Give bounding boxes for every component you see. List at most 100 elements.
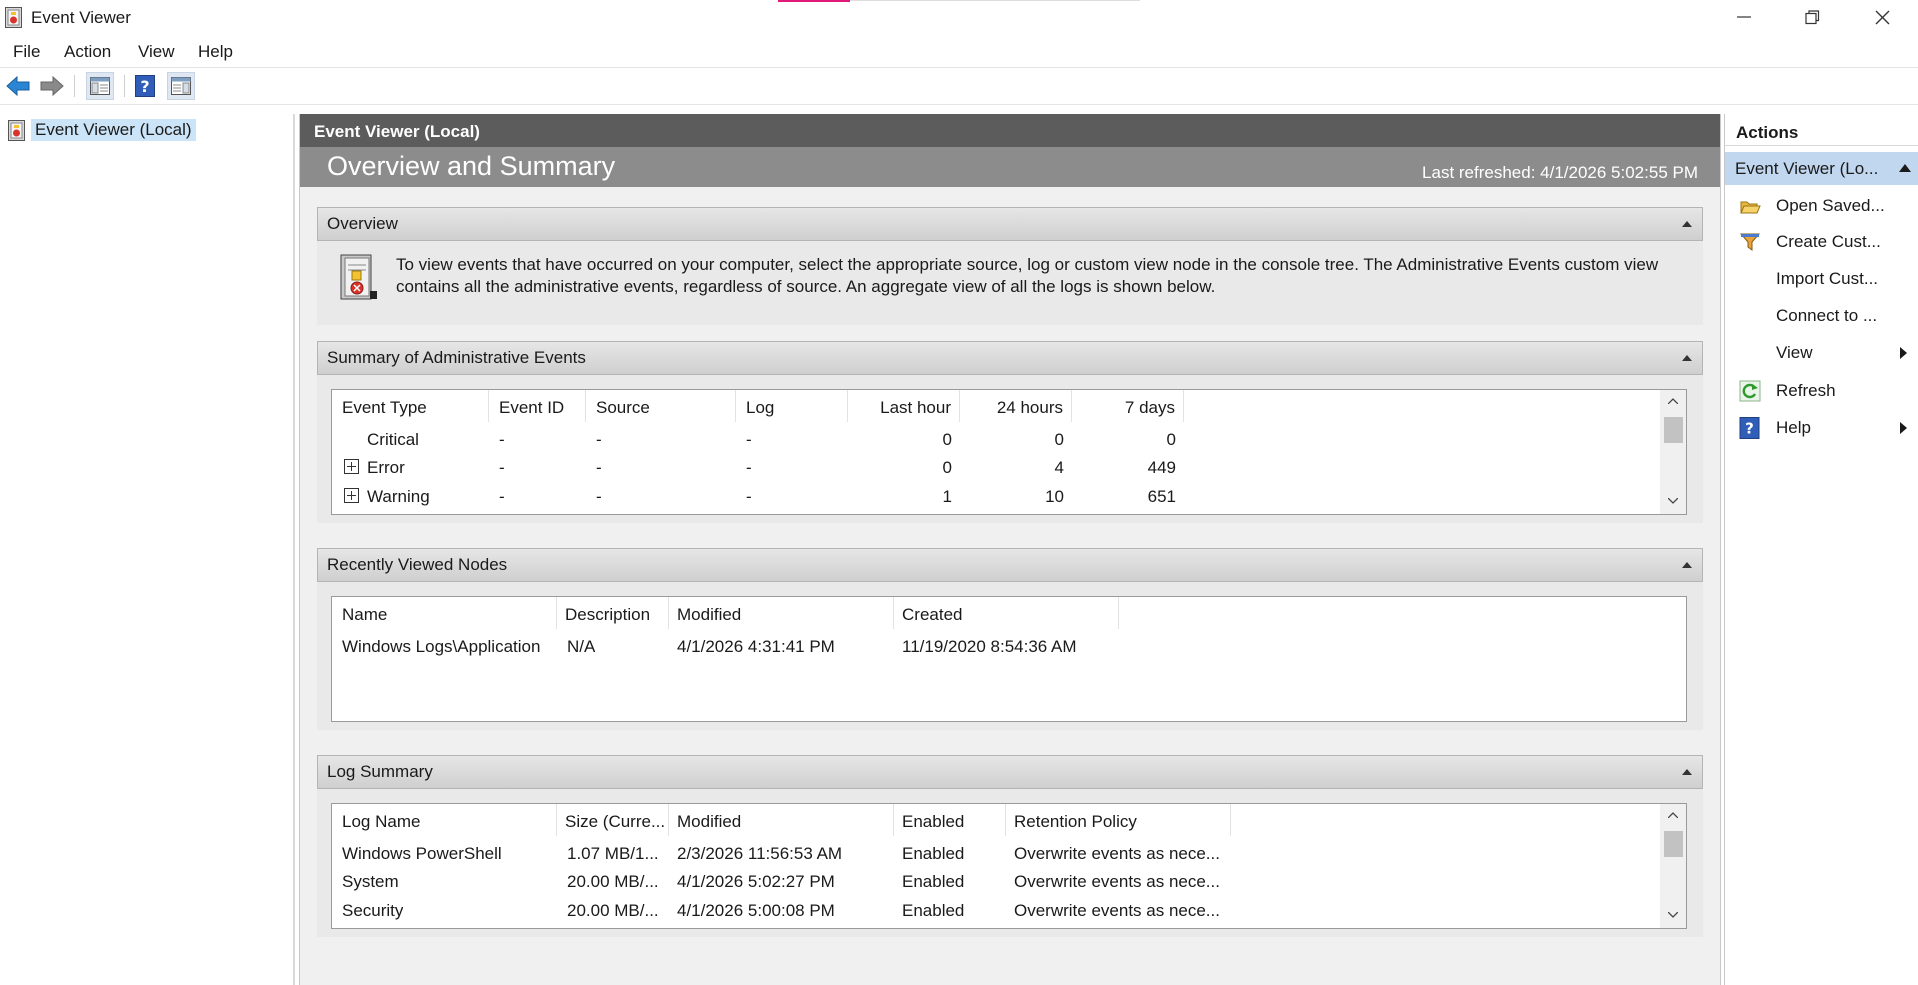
cell-source: - <box>596 430 602 449</box>
scroll-thumb[interactable] <box>1664 417 1683 443</box>
cell-last-hour: 1 <box>942 487 952 506</box>
col-name[interactable]: Name <box>332 597 557 629</box>
overview-section-header[interactable]: Overview <box>317 207 1703 241</box>
col-modified[interactable]: Modified <box>669 804 894 836</box>
log-summary-body: Log Name Size (Curre... Modified Enabled… <box>317 789 1703 937</box>
col-log[interactable]: Log <box>736 390 848 422</box>
last-refreshed: Last refreshed: 4/1/2026 5:02:55 PM <box>1422 163 1698 182</box>
overview-section: Overview To view events that have occurr… <box>317 207 1703 325</box>
action-view[interactable]: View <box>1725 338 1918 368</box>
action-import-custom-view[interactable]: Import Cust... <box>1725 264 1918 294</box>
action-open-saved[interactable]: Open Saved... <box>1725 191 1918 221</box>
collapse-caret-icon[interactable] <box>1682 562 1692 568</box>
col-description[interactable]: Description <box>557 597 669 629</box>
cell-enabled: Enabled <box>902 901 965 920</box>
minimize-button[interactable] <box>1721 0 1767 34</box>
action-pane-icon <box>171 77 191 95</box>
help-icon: ? <box>135 75 155 97</box>
tree-node-event-viewer-local[interactable]: Event Viewer (Local) <box>8 118 196 142</box>
cell-event-type: Error <box>367 458 405 477</box>
scroll-up-icon[interactable] <box>1668 398 1678 404</box>
menu-view[interactable]: View <box>138 42 175 62</box>
log-summary-scrollbar[interactable] <box>1660 804 1686 928</box>
summary-section-header[interactable]: Summary of Administrative Events <box>317 341 1703 375</box>
cell-7-days: 0 <box>1166 430 1176 449</box>
cell-modified: 4/1/2026 5:02:27 PM <box>677 872 835 891</box>
cell-last-hour: 0 <box>942 430 952 449</box>
col-event-id[interactable]: Event ID <box>489 390 586 422</box>
console-tree: Event Viewer (Local) <box>0 114 295 985</box>
col-enabled[interactable]: Enabled <box>894 804 1006 836</box>
scroll-down-icon[interactable] <box>1668 498 1678 504</box>
menu-action[interactable]: Action <box>64 42 111 62</box>
close-icon <box>1875 10 1889 24</box>
cell-event-type: Critical <box>367 430 419 449</box>
col-size[interactable]: Size (Curre... <box>557 804 669 836</box>
action-label: Help <box>1776 418 1811 437</box>
expand-plus-icon[interactable] <box>344 488 359 503</box>
scroll-thumb[interactable] <box>1664 831 1683 857</box>
summary-scrollbar[interactable] <box>1660 390 1686 514</box>
overview-section-title: Overview <box>327 214 398 233</box>
event-log-book-icon <box>340 254 377 300</box>
cell-name: Windows Logs\Application <box>342 637 541 656</box>
cell-event-id: - <box>499 430 505 449</box>
show-hide-console-tree-button[interactable] <box>86 72 114 100</box>
cell-enabled: Enabled <box>902 872 965 891</box>
back-arrow-icon <box>6 76 30 96</box>
action-connect-to[interactable]: Connect to ... <box>1725 301 1918 331</box>
minimize-icon <box>1737 16 1751 18</box>
col-log-name[interactable]: Log Name <box>332 804 557 836</box>
center-pane: Event Viewer (Local) Overview and Summar… <box>299 114 1721 985</box>
col-modified[interactable]: Modified <box>669 597 894 629</box>
col-created[interactable]: Created <box>894 597 1119 629</box>
log-summary-section-title: Log Summary <box>327 762 433 781</box>
forward-button[interactable] <box>38 72 66 100</box>
back-button[interactable] <box>4 72 32 100</box>
collapse-caret-icon[interactable] <box>1682 355 1692 361</box>
taskbar-accent <box>778 0 850 2</box>
col-source[interactable]: Source <box>586 390 736 422</box>
recent-section-header[interactable]: Recently Viewed Nodes <box>317 548 1703 582</box>
action-create-custom-view[interactable]: Create Cust... <box>1725 227 1918 257</box>
cell-24-hours: 0 <box>1054 430 1064 449</box>
log-summary-section-header[interactable]: Log Summary <box>317 755 1703 789</box>
action-help[interactable]: ? Help <box>1725 413 1918 443</box>
scroll-up-icon[interactable] <box>1668 812 1678 818</box>
log-summary-grid: Log Name Size (Curre... Modified Enabled… <box>331 803 1687 929</box>
cell-retention: Overwrite events as nece... <box>1014 872 1220 891</box>
actions-title: Actions <box>1725 116 1918 146</box>
collapse-caret-icon[interactable] <box>1682 769 1692 775</box>
col-event-type[interactable]: Event Type <box>332 390 489 422</box>
folder-open-icon <box>1740 201 1761 214</box>
close-button[interactable] <box>1859 0 1905 34</box>
action-refresh[interactable]: Refresh <box>1725 376 1918 406</box>
restore-button[interactable] <box>1789 0 1835 34</box>
filter-icon <box>1739 233 1761 251</box>
show-hide-action-pane-button[interactable] <box>167 72 195 100</box>
log-summary-section: Log Summary Log Name Size (Curre... Modi… <box>317 755 1703 937</box>
cell-7-days: 449 <box>1147 458 1176 477</box>
cell-log-name: Windows PowerShell <box>342 844 502 863</box>
collapse-caret-icon[interactable] <box>1682 221 1692 227</box>
submenu-arrow-icon <box>1900 347 1907 359</box>
help-toolbar-button[interactable]: ? <box>131 72 159 100</box>
cell-size: 1.07 MB/1... <box>567 844 659 863</box>
menu-file[interactable]: File <box>13 42 40 62</box>
menu-bar: File Action View Help <box>0 36 1918 68</box>
expand-plus-icon[interactable] <box>344 459 359 474</box>
overview-description: To view events that have occurred on you… <box>396 255 1659 296</box>
col-retention-policy[interactable]: Retention Policy <box>1006 804 1231 836</box>
cell-last-hour: 0 <box>942 458 952 477</box>
cell-log: - <box>746 487 752 506</box>
scroll-down-icon[interactable] <box>1668 912 1678 918</box>
menu-help[interactable]: Help <box>198 42 233 62</box>
cell-event-id: - <box>499 487 505 506</box>
collapse-up-icon[interactable] <box>1899 164 1911 172</box>
col-last-hour[interactable]: Last hour <box>848 390 960 422</box>
forward-arrow-icon <box>40 76 64 96</box>
col-7-days[interactable]: 7 days <box>1072 390 1184 422</box>
actions-group-event-viewer[interactable]: Event Viewer (Lo... <box>1725 152 1918 185</box>
col-24-hours[interactable]: 24 hours <box>960 390 1072 422</box>
cell-event-type: Warning <box>367 487 430 506</box>
